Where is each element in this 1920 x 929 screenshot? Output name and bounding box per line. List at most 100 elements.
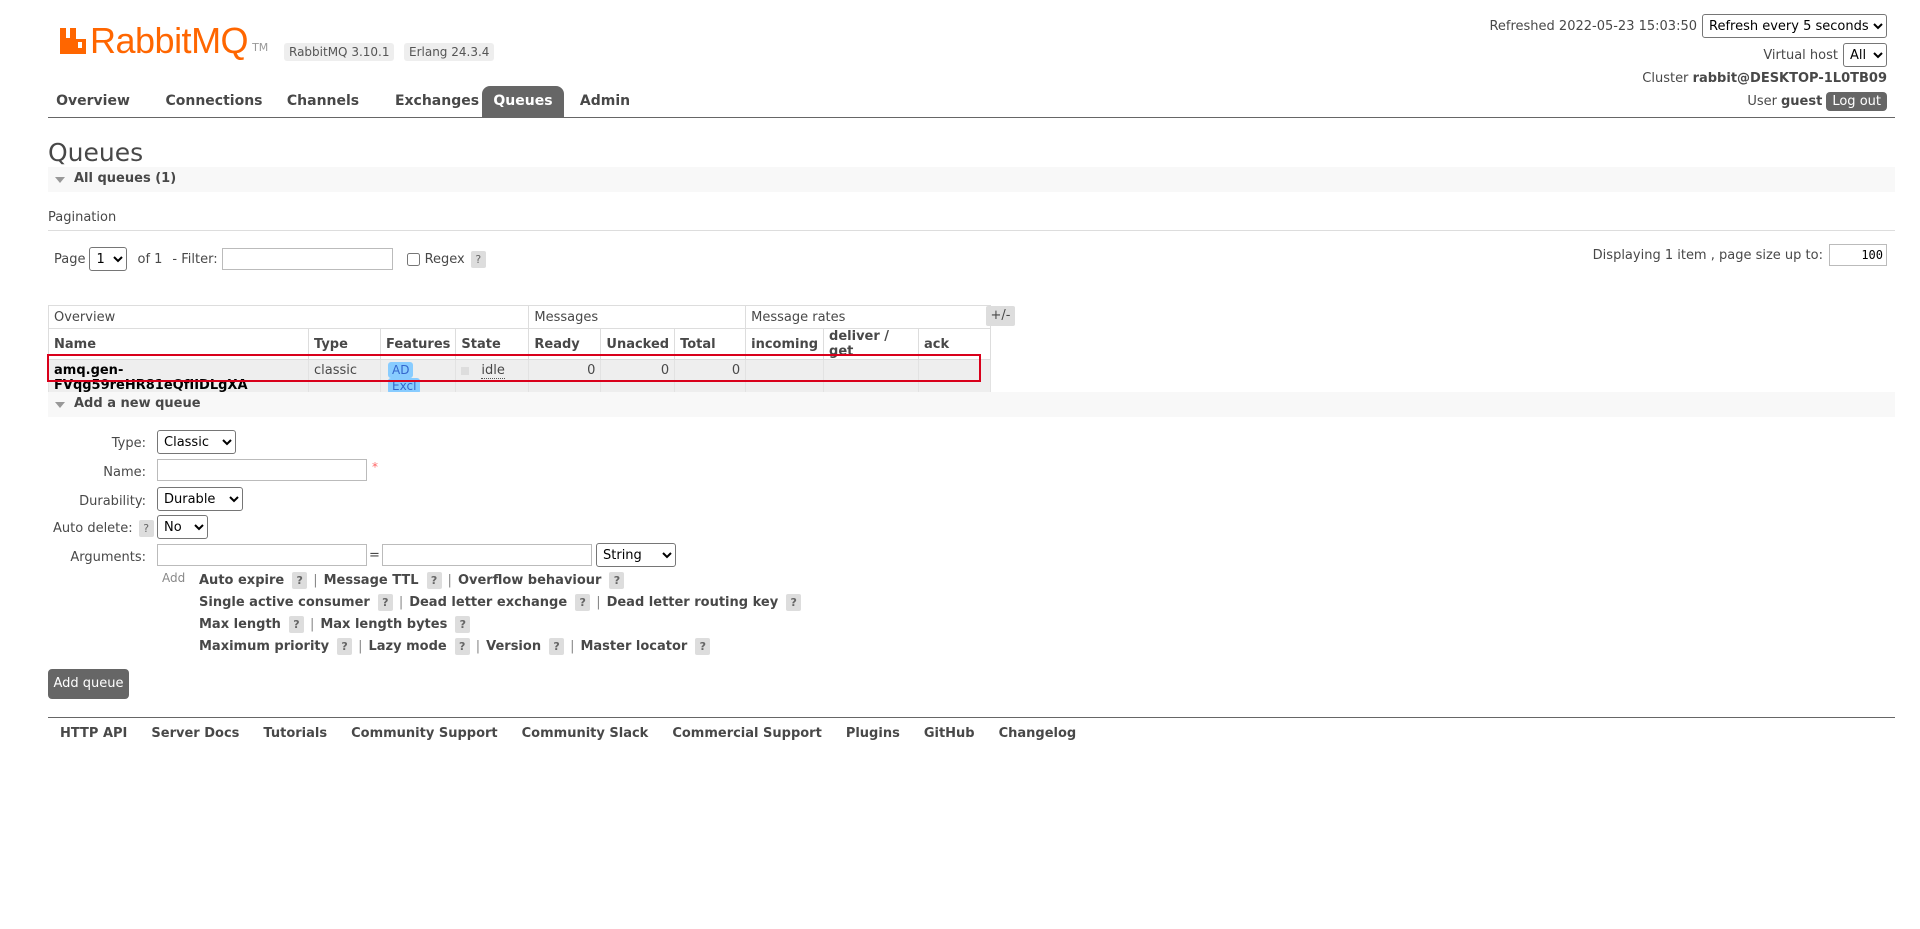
footer-link-http-api[interactable]: HTTP API (60, 726, 127, 741)
virtual-host-label: Virtual host (1763, 47, 1838, 63)
regex-help-icon[interactable]: ? (470, 250, 486, 268)
version-help-icon[interactable]: ? (549, 637, 565, 655)
lazy-mode-help-icon[interactable]: ? (454, 637, 470, 655)
dead-letter-exchange-help-icon[interactable]: ? (575, 593, 591, 611)
arg-lazy-mode-link[interactable]: Lazy mode (368, 639, 446, 654)
cluster-row: Cluster rabbit@DESKTOP-1L0TB09 (1642, 71, 1887, 86)
auto-delete-select[interactable]: No (157, 515, 208, 539)
collapse-triangle-icon (55, 402, 65, 408)
auto-expire-help-icon[interactable]: ? (292, 571, 308, 589)
footer-links: HTTP API Server Docs Tutorials Community… (60, 726, 1100, 741)
brand-trademark: TM (252, 41, 269, 54)
erlang-version-badge: Erlang 24.3.4 (404, 43, 495, 61)
queue-name-input[interactable] (157, 459, 367, 481)
master-locator-help-icon[interactable]: ? (695, 637, 711, 655)
rabbitmq-version-badge: RabbitMQ 3.10.1 (284, 43, 395, 61)
required-asterisk: * (372, 460, 378, 474)
dead-letter-routing-key-help-icon[interactable]: ? (786, 593, 802, 611)
page-select[interactable]: 1 (89, 247, 128, 271)
tab-channels[interactable]: Channels (282, 86, 364, 117)
group-messages: Messages (528, 305, 747, 329)
arg-overflow-behaviour-link[interactable]: Overflow behaviour (458, 573, 602, 588)
overflow-behaviour-help-icon[interactable]: ? (609, 571, 625, 589)
cluster-name: rabbit@DESKTOP-1L0TB09 (1692, 71, 1887, 86)
pagination-heading: Pagination (48, 210, 1895, 231)
all-queues-section-toggle[interactable]: All queues (1) (48, 167, 1895, 192)
page-of-label: of 1 (137, 251, 163, 267)
page-size-row: Displaying 1 item , page size up to: (1593, 244, 1887, 266)
footer-link-server-docs[interactable]: Server Docs (151, 726, 239, 741)
argument-shortcut-row: Max length ? | Max length bytes ? (199, 613, 801, 635)
tab-queues[interactable]: Queues (482, 86, 564, 117)
equals-sign: = (369, 548, 380, 563)
type-label: Type: (111, 436, 146, 451)
virtual-host-row: Virtual host All (1763, 43, 1887, 67)
name-label: Name: (103, 465, 146, 480)
argument-shortcuts: Auto expire ? | Message TTL ? | Overflow… (199, 569, 802, 657)
add-queue-button[interactable]: Add queue (48, 669, 129, 699)
separator: | (398, 594, 404, 610)
auto-delete-help-icon[interactable]: ? (138, 520, 154, 537)
arg-master-locator-link[interactable]: Master locator (580, 639, 687, 654)
tab-exchanges[interactable]: Exchanges (382, 86, 492, 117)
arg-dead-letter-routing-key-link[interactable]: Dead letter routing key (607, 595, 779, 610)
row-highlight-box (47, 354, 981, 382)
arg-message-ttl-link[interactable]: Message TTL (324, 573, 419, 588)
arg-auto-expire-link[interactable]: Auto expire (199, 573, 284, 588)
arg-single-active-consumer-link[interactable]: Single active consumer (199, 595, 370, 610)
filter-input[interactable] (221, 248, 393, 270)
separator: | (447, 572, 452, 588)
durability-label: Durability: (79, 494, 146, 509)
separator: | (475, 638, 481, 654)
footer-link-community-slack[interactable]: Community Slack (522, 726, 649, 741)
footer-link-commercial-support[interactable]: Commercial Support (672, 726, 822, 741)
footer-link-changelog[interactable]: Changelog (999, 726, 1077, 741)
page-size-input[interactable] (1829, 244, 1887, 266)
arguments-label: Arguments: (70, 550, 146, 565)
maximum-priority-help-icon[interactable]: ? (337, 637, 353, 655)
auto-delete-label: Auto delete: (53, 521, 133, 536)
tab-connections[interactable]: Connections (162, 86, 266, 117)
max-length-help-icon[interactable]: ? (288, 615, 304, 633)
arg-max-length-link[interactable]: Max length (199, 617, 281, 632)
group-message-rates: Message rates (745, 305, 992, 329)
arg-dead-letter-exchange-link[interactable]: Dead letter exchange (409, 595, 567, 610)
arg-maximum-priority-link[interactable]: Maximum priority (199, 639, 329, 654)
refresh-row: Refreshed 2022-05-23 15:03:50 Refresh ev… (1489, 14, 1887, 38)
page-label: Page (54, 251, 86, 267)
tab-overview[interactable]: Overview (52, 86, 134, 117)
argument-type-select[interactable]: String (596, 543, 676, 567)
footer-link-github[interactable]: GitHub (924, 726, 975, 741)
footer-divider (48, 717, 1895, 718)
separator: | (358, 638, 363, 654)
argument-shortcut-row: Auto expire ? | Message TTL ? | Overflow… (199, 569, 801, 591)
column-toggle-button[interactable]: +/- (986, 306, 1015, 326)
page-title: Queues (48, 138, 144, 167)
add-queue-section-toggle[interactable]: Add a new queue (48, 392, 1895, 417)
refresh-interval-select[interactable]: Refresh every 5 seconds (1702, 14, 1887, 38)
rabbitmq-logo[interactable]: RabbitMQ TM (58, 23, 269, 59)
argument-shortcut-row: Maximum priority ? | Lazy mode ? | Versi… (199, 635, 801, 657)
footer-link-community-support[interactable]: Community Support (351, 726, 498, 741)
footer-link-plugins[interactable]: Plugins (846, 726, 900, 741)
max-length-bytes-help-icon[interactable]: ? (455, 615, 471, 633)
regex-checkbox[interactable] (406, 252, 420, 266)
virtual-host-select[interactable]: All (1843, 43, 1887, 67)
refreshed-label: Refreshed 2022-05-23 15:03:50 (1489, 18, 1697, 34)
separator: | (313, 572, 318, 588)
separator: | (596, 594, 601, 610)
argument-key-input[interactable] (157, 544, 367, 566)
table-group-header: Overview Messages Message rates (47, 305, 992, 329)
message-ttl-help-icon[interactable]: ? (426, 571, 442, 589)
separator: | (309, 616, 315, 632)
argument-value-input[interactable] (382, 544, 592, 566)
arg-max-length-bytes-link[interactable]: Max length bytes (320, 617, 447, 632)
tab-admin[interactable]: Admin (572, 86, 638, 117)
durability-select[interactable]: Durable (157, 487, 243, 511)
queue-type-select[interactable]: Classic (157, 430, 236, 454)
footer-link-tutorials[interactable]: Tutorials (263, 726, 327, 741)
main-nav-tabs: Overview Connections Channels Exchanges … (48, 86, 1895, 118)
arg-version-link[interactable]: Version (486, 639, 541, 654)
single-active-consumer-help-icon[interactable]: ? (377, 593, 393, 611)
rabbit-logo-icon (60, 28, 86, 54)
